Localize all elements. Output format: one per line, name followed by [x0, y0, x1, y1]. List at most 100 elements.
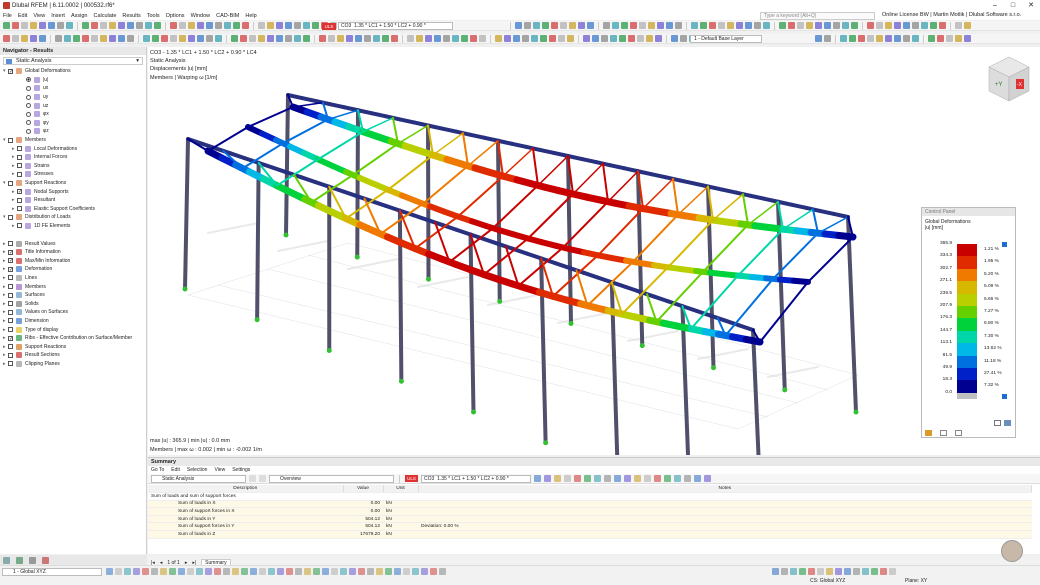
- toolbar-tool-icon[interactable]: [249, 35, 256, 42]
- toolbar-tool-icon[interactable]: [452, 35, 459, 42]
- toolbar-tool-icon[interactable]: [303, 35, 310, 42]
- snap-tool-icon[interactable]: [178, 568, 185, 575]
- toolbar-tool-icon[interactable]: [533, 22, 540, 29]
- toolbar-tool-icon[interactable]: [328, 35, 335, 42]
- toolbar-tool-icon[interactable]: [655, 35, 662, 42]
- toolbar-tool-icon[interactable]: [391, 35, 398, 42]
- toolbar-tool-icon[interactable]: [610, 35, 617, 42]
- option-checkbox[interactable]: [8, 275, 13, 281]
- summary-tool-icon[interactable]: [634, 475, 641, 482]
- toolbar-tool-icon[interactable]: [549, 35, 556, 42]
- tree-item[interactable]: ▾ ✓ Global Deformations: [0, 67, 146, 76]
- toolbar-tool-icon[interactable]: [495, 35, 502, 42]
- snap-tool-icon[interactable]: [169, 568, 176, 575]
- toolbar-tool-icon[interactable]: [842, 22, 849, 29]
- tree-item[interactable]: |u|: [0, 76, 146, 85]
- summary-tool-icon[interactable]: [584, 475, 591, 482]
- snap-tool-icon[interactable]: [385, 568, 392, 575]
- settings-icon[interactable]: [994, 420, 1001, 426]
- display-option[interactable]: ▸ Surfaces: [0, 291, 146, 300]
- close-icon[interactable]: ✕: [1022, 0, 1040, 11]
- result-radio[interactable]: [26, 94, 31, 100]
- view-mode-icon[interactable]: [826, 568, 833, 575]
- support-node[interactable]: [568, 321, 574, 326]
- display-option[interactable]: ▸ Solids: [0, 299, 146, 308]
- toolbar-tool-icon[interactable]: [479, 35, 486, 42]
- menu-options[interactable]: Options: [166, 13, 185, 19]
- toolbar-tool-icon[interactable]: [504, 35, 511, 42]
- support-node[interactable]: [254, 317, 260, 323]
- toolbar-tool-icon[interactable]: [64, 35, 71, 42]
- toolbar-tool-icon[interactable]: [876, 22, 883, 29]
- toolbar-tool-icon[interactable]: [337, 35, 344, 42]
- toolbar-tool-icon[interactable]: [779, 22, 786, 29]
- toolbar-tool-icon[interactable]: [824, 35, 831, 42]
- display-option[interactable]: ▸ Values on Surfaces: [0, 308, 146, 317]
- cs-select[interactable]: 1 - Global XYZ: [2, 568, 102, 576]
- snap-tool-icon[interactable]: [286, 568, 293, 575]
- snap-tool-icon[interactable]: [115, 568, 122, 575]
- summary-tool-icon[interactable]: [544, 475, 551, 482]
- toolbar-tool-icon[interactable]: [197, 35, 204, 42]
- toolbar-tool-icon[interactable]: [885, 35, 892, 42]
- snap-tool-icon[interactable]: [412, 568, 419, 575]
- tree-checkbox[interactable]: ✓: [8, 68, 13, 74]
- toolbar-tool-icon[interactable]: [312, 22, 319, 29]
- col-unit[interactable]: Unit: [383, 485, 419, 494]
- tree-item[interactable]: φy: [0, 119, 146, 128]
- menu-insert[interactable]: Insert: [51, 13, 65, 19]
- snap-tool-icon[interactable]: [331, 568, 338, 575]
- tree-item[interactable]: uz: [0, 101, 146, 110]
- toolbar-tool-icon[interactable]: [470, 35, 477, 42]
- display-option[interactable]: ▸ Result Values: [0, 239, 146, 248]
- tree-item[interactable]: ▾ Distribution of Loads: [0, 213, 146, 222]
- summary-tool-icon[interactable]: [604, 475, 611, 482]
- col-value[interactable]: Value: [343, 485, 384, 494]
- search-input[interactable]: Type a keyword (Alt+Q): [760, 12, 875, 20]
- tree-item[interactable]: ▸ Internal Forces: [0, 153, 146, 162]
- support-node[interactable]: [283, 232, 289, 238]
- toolbar-tool-icon[interactable]: [416, 35, 423, 42]
- table-row[interactable]: Sum of loads in X 0.00 kN: [148, 500, 1032, 509]
- table-row[interactable]: Sum of support forces in Y 504.12 kN Deviat…: [148, 522, 1032, 532]
- toolbar-tool-icon[interactable]: [912, 35, 919, 42]
- toolbar-tool-icon[interactable]: [621, 22, 628, 29]
- support-node[interactable]: [426, 276, 431, 282]
- display-option[interactable]: ▸ Result Sections: [0, 351, 146, 360]
- view-mode-icon[interactable]: [853, 568, 860, 575]
- toolbar-tool-icon[interactable]: [267, 22, 274, 29]
- toolbar-tool-icon[interactable]: [21, 22, 28, 29]
- toolbar-tool-icon[interactable]: [240, 35, 247, 42]
- toolbar-tool-icon[interactable]: [215, 22, 222, 29]
- col-notes[interactable]: Notes: [418, 485, 1032, 494]
- summary-view-select[interactable]: Overview: [269, 474, 394, 483]
- toolbar-tool-icon[interactable]: [154, 22, 161, 29]
- toolbar-tool-icon[interactable]: [276, 35, 283, 42]
- option-checkbox[interactable]: [8, 292, 13, 298]
- legend-slider-bottom-icon[interactable]: [1002, 394, 1007, 399]
- toolbar-tool-icon[interactable]: [754, 22, 761, 29]
- support-node[interactable]: [471, 409, 476, 415]
- toolbar-tool-icon[interactable]: [569, 22, 576, 29]
- tree-item[interactable]: ▾ Support Reactions: [0, 179, 146, 188]
- structure-model[interactable]: [148, 47, 1040, 538]
- tree-checkbox[interactable]: [17, 146, 22, 152]
- toolbar-tool-icon[interactable]: [858, 35, 865, 42]
- toolbar-tool-icon[interactable]: [82, 22, 89, 29]
- snap-tool-icon[interactable]: [439, 568, 446, 575]
- toolbar-tool-icon[interactable]: [515, 22, 522, 29]
- tree-checkbox[interactable]: [8, 180, 13, 186]
- view-mode-icon[interactable]: [781, 568, 788, 575]
- legend-slider-top-icon[interactable]: [1002, 242, 1007, 247]
- toolbar-tool-icon[interactable]: [788, 22, 795, 29]
- snap-tool-icon[interactable]: [403, 568, 410, 575]
- tree-checkbox[interactable]: [8, 137, 13, 143]
- tree-item[interactable]: ▸ Stresses: [0, 170, 146, 179]
- table-row[interactable]: Sum of support forces in X 0.00 kN: [148, 507, 1032, 516]
- toolbar-tool-icon[interactable]: [946, 35, 953, 42]
- toolbar-tool-icon[interactable]: [21, 35, 28, 42]
- toolbar-tool-icon[interactable]: [3, 35, 10, 42]
- toolbar-tool-icon[interactable]: [727, 22, 734, 29]
- toolbar-tool-icon[interactable]: [964, 22, 971, 29]
- tree-item[interactable]: ▸ Resultant: [0, 196, 146, 205]
